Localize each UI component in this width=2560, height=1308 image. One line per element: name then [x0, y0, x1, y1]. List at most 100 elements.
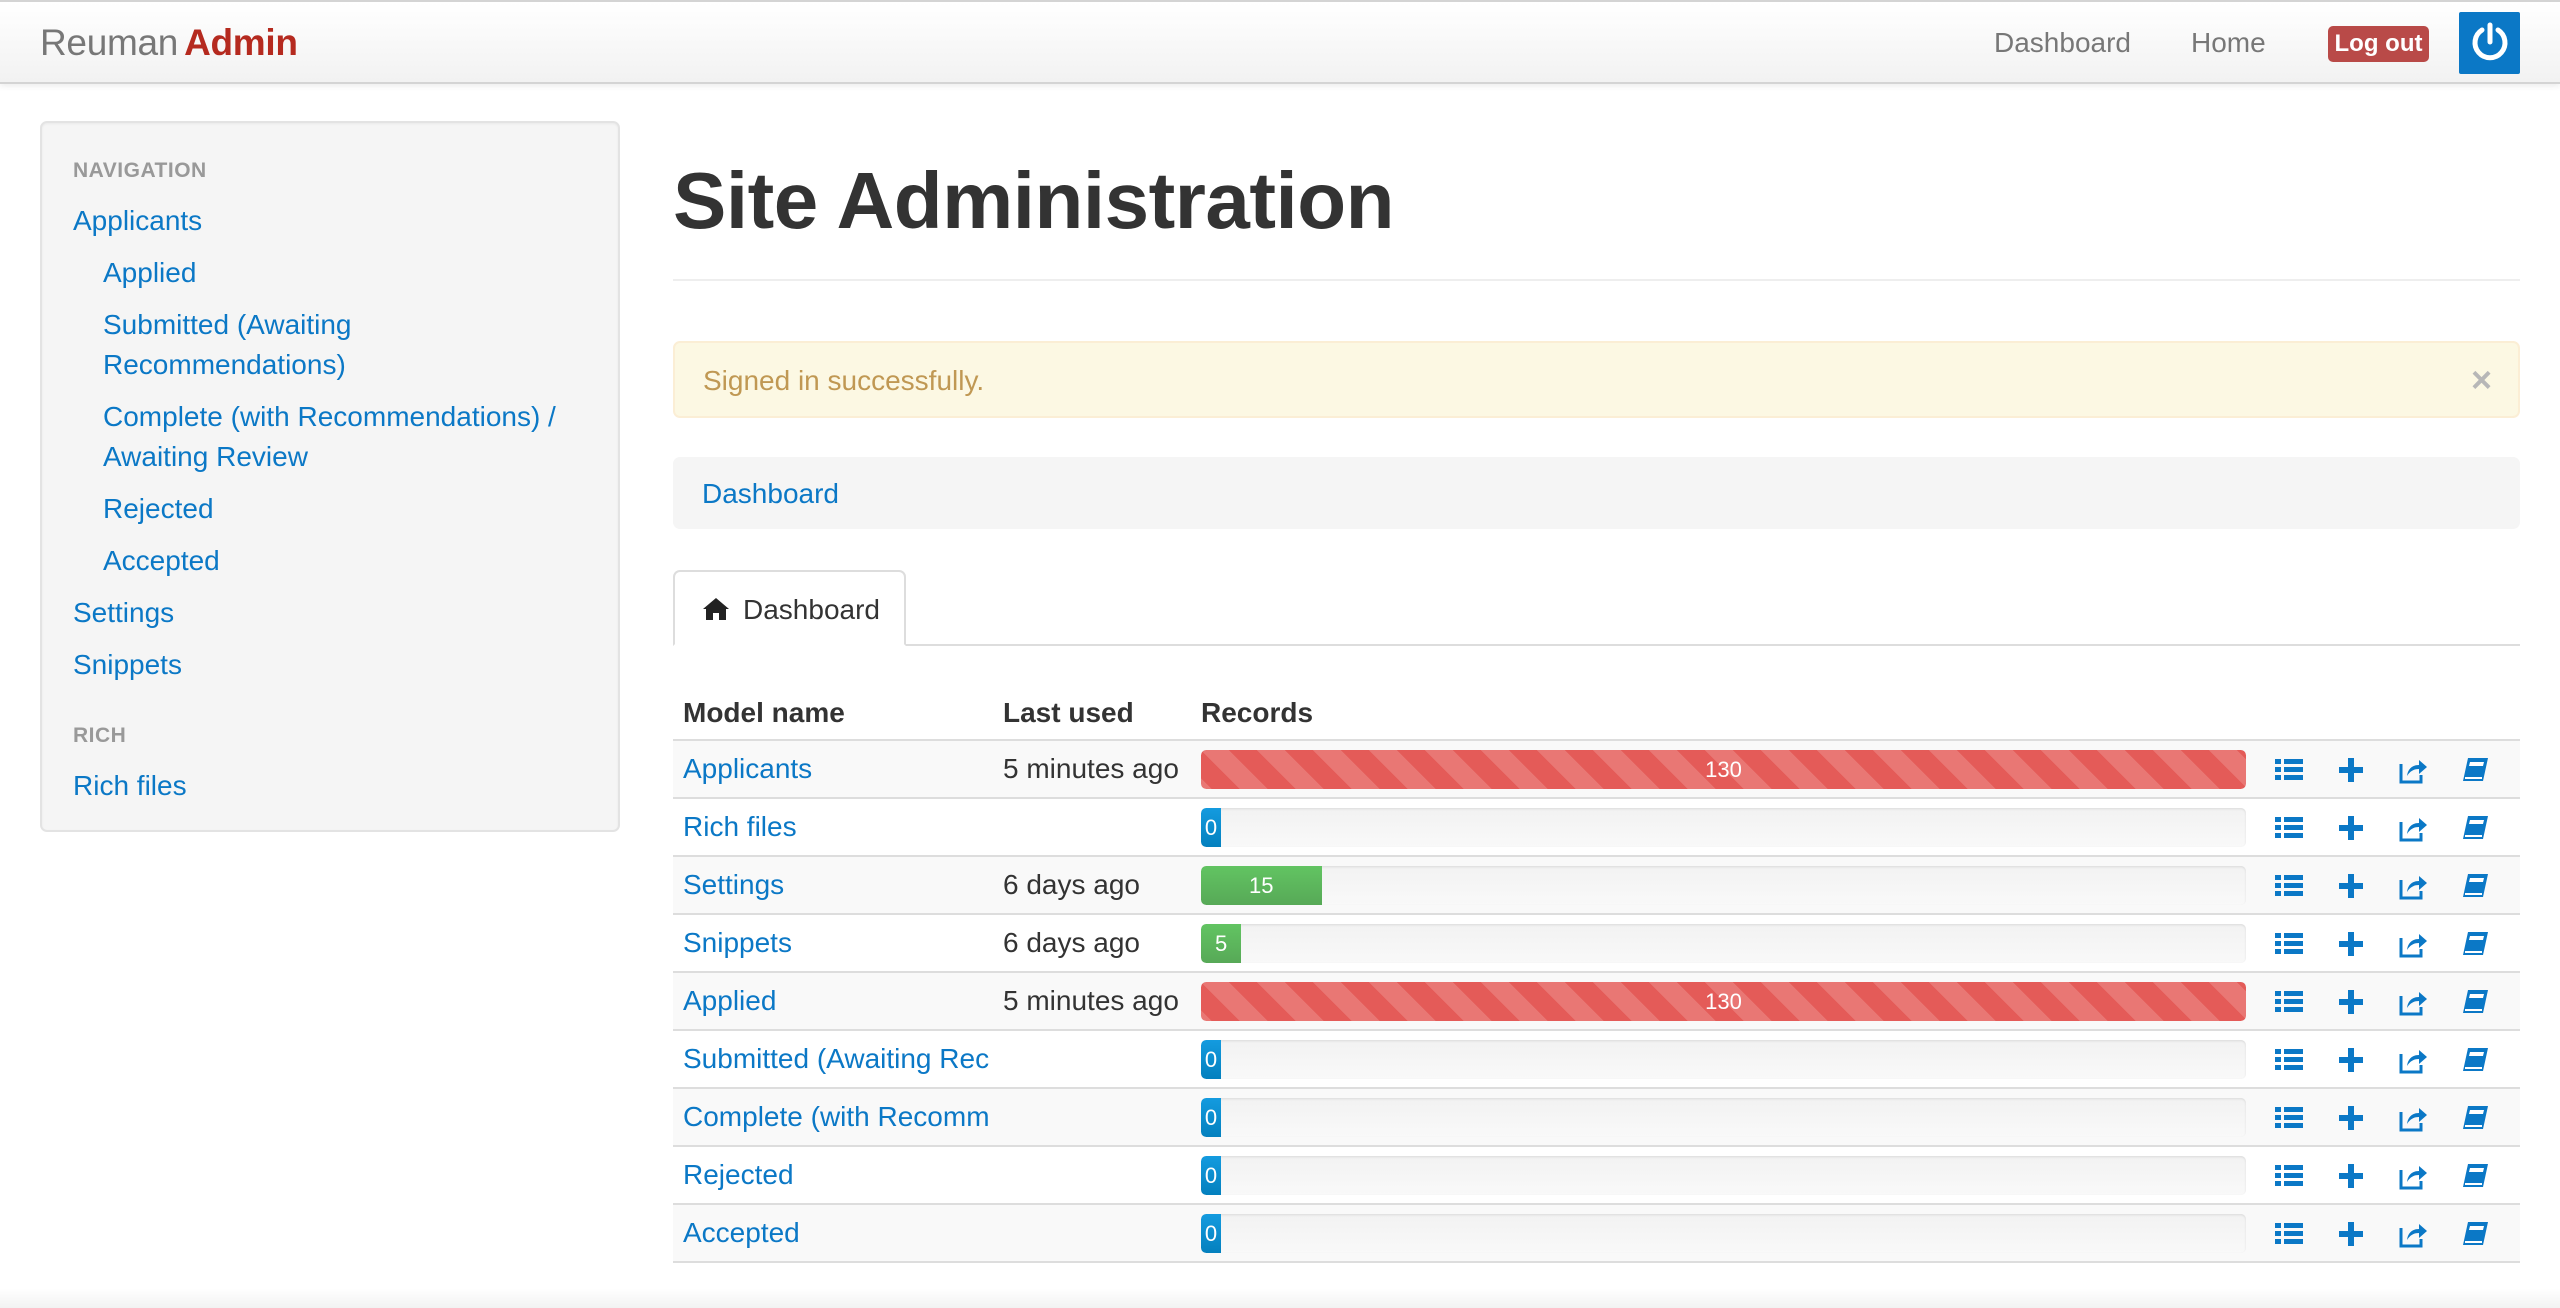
- records-bar: 5: [1201, 924, 1242, 963]
- tabs-divider: [673, 644, 2520, 646]
- sidebar-item-submitted[interactable]: Submitted (Awaiting Recommendations): [103, 305, 403, 385]
- history-icon[interactable]: [2459, 1044, 2491, 1076]
- add-icon[interactable]: [2335, 1218, 2367, 1250]
- sidebar-item-complete[interactable]: Complete (with Recommendations) / Awaiti…: [103, 397, 583, 477]
- table-row: Complete (with Recomm 0: [673, 1089, 2520, 1147]
- sidebar-header-rich: Rich: [73, 724, 127, 747]
- list-icon[interactable]: [2273, 870, 2305, 902]
- list-icon[interactable]: [2273, 986, 2305, 1018]
- row-actions: [2273, 1218, 2503, 1250]
- row-actions: [2273, 870, 2503, 902]
- sidebar: Navigation Applicants Applied Submitted …: [40, 121, 620, 832]
- sidebar-item-settings[interactable]: Settings: [73, 593, 174, 633]
- breadcrumb-dashboard[interactable]: Dashboard: [702, 478, 839, 510]
- table-row: Applied 5 minutes ago 130: [673, 973, 2520, 1031]
- sidebar-item-accepted[interactable]: Accepted: [103, 541, 603, 581]
- add-icon[interactable]: [2335, 1102, 2367, 1134]
- model-name-link[interactable]: Accepted: [683, 1217, 993, 1249]
- records-progress: 130: [1201, 982, 2246, 1021]
- records-bar: 130: [1201, 982, 2246, 1021]
- table-row: Snippets 6 days ago 5: [673, 915, 2520, 973]
- sidebar-item-snippets[interactable]: Snippets: [73, 645, 182, 685]
- export-icon[interactable]: [2397, 812, 2429, 844]
- export-icon[interactable]: [2397, 870, 2429, 902]
- add-icon[interactable]: [2335, 1160, 2367, 1192]
- list-icon[interactable]: [2273, 812, 2305, 844]
- alert-message: Signed in successfully.: [703, 365, 985, 396]
- tab-dashboard[interactable]: Dashboard: [673, 570, 906, 646]
- last-used-text: 5 minutes ago: [1003, 753, 1179, 784]
- add-icon[interactable]: [2335, 812, 2367, 844]
- model-name-link[interactable]: Rejected: [683, 1159, 993, 1191]
- model-name-link[interactable]: Rich files: [683, 811, 993, 843]
- brand-admin-label: Admin: [184, 22, 298, 63]
- list-icon[interactable]: [2273, 1044, 2305, 1076]
- list-icon[interactable]: [2273, 928, 2305, 960]
- add-icon[interactable]: [2335, 986, 2367, 1018]
- brand-name: Reuman: [40, 22, 179, 63]
- export-icon[interactable]: [2397, 1044, 2429, 1076]
- sidebar-item-applicants[interactable]: Applicants: [73, 201, 202, 241]
- table-header: Model name Last used Records: [673, 689, 2520, 741]
- model-name-link[interactable]: Settings: [683, 869, 993, 901]
- home-icon: [703, 598, 729, 620]
- export-icon[interactable]: [2397, 1218, 2429, 1250]
- add-icon[interactable]: [2335, 1044, 2367, 1076]
- export-icon[interactable]: [2397, 754, 2429, 786]
- table-row: Rejected 0: [673, 1147, 2520, 1205]
- list-icon[interactable]: [2273, 1218, 2305, 1250]
- records-progress: 0: [1201, 1040, 2246, 1079]
- history-icon[interactable]: [2459, 812, 2491, 844]
- row-actions: [2273, 1044, 2503, 1076]
- last-used-text: 6 days ago: [1003, 927, 1140, 958]
- table-row: Submitted (Awaiting Rec 0: [673, 1031, 2520, 1089]
- brand-logo[interactable]: Reuman Admin: [40, 22, 298, 64]
- add-icon[interactable]: [2335, 754, 2367, 786]
- records-progress: 0: [1201, 808, 2246, 847]
- model-name-link[interactable]: Applicants: [683, 753, 993, 785]
- history-icon[interactable]: [2459, 928, 2491, 960]
- table-row: Settings 6 days ago 15: [673, 857, 2520, 915]
- history-icon[interactable]: [2459, 754, 2491, 786]
- sidebar-header-navigation: Navigation: [73, 159, 207, 182]
- breadcrumb: Dashboard: [673, 457, 2520, 529]
- model-name-link[interactable]: Submitted (Awaiting Rec: [683, 1043, 993, 1075]
- export-icon[interactable]: [2397, 1102, 2429, 1134]
- row-actions: [2273, 986, 2503, 1018]
- tab-label: Dashboard: [743, 594, 880, 625]
- logout-button[interactable]: Log out: [2328, 26, 2429, 62]
- sidebar-item-rejected[interactable]: Rejected: [103, 489, 603, 529]
- sidebar-item-rich-files[interactable]: Rich files: [73, 766, 187, 806]
- records-progress: 0: [1201, 1214, 2246, 1253]
- list-icon[interactable]: [2273, 1102, 2305, 1134]
- list-icon[interactable]: [2273, 754, 2305, 786]
- add-icon[interactable]: [2335, 870, 2367, 902]
- history-icon[interactable]: [2459, 1160, 2491, 1192]
- sidebar-item-applied[interactable]: Applied: [103, 253, 603, 293]
- close-icon[interactable]: ×: [2471, 359, 2492, 401]
- records-bar: 0: [1201, 1098, 1221, 1137]
- list-icon[interactable]: [2273, 1160, 2305, 1192]
- power-icon: [2472, 22, 2508, 61]
- records-progress: 5: [1201, 924, 2246, 963]
- window-edge: [0, 1288, 2560, 1308]
- power-button[interactable]: [2459, 12, 2520, 74]
- history-icon[interactable]: [2459, 986, 2491, 1018]
- history-icon[interactable]: [2459, 1218, 2491, 1250]
- history-icon[interactable]: [2459, 1102, 2491, 1134]
- model-name-link[interactable]: Applied: [683, 985, 993, 1017]
- export-icon[interactable]: [2397, 1160, 2429, 1192]
- alert-success: Signed in successfully. ×: [673, 341, 2520, 418]
- export-icon[interactable]: [2397, 986, 2429, 1018]
- table-row: Accepted 0: [673, 1205, 2520, 1263]
- model-name-link[interactable]: Snippets: [683, 927, 993, 959]
- nav-link-dashboard[interactable]: Dashboard: [1994, 27, 2131, 59]
- records-bar: 130: [1201, 750, 2246, 789]
- model-name-link[interactable]: Complete (with Recomm: [683, 1101, 993, 1133]
- export-icon[interactable]: [2397, 928, 2429, 960]
- nav-link-home[interactable]: Home: [2191, 27, 2266, 59]
- models-table: Model name Last used Records Applicants 5…: [673, 689, 2520, 1263]
- history-icon[interactable]: [2459, 870, 2491, 902]
- add-icon[interactable]: [2335, 928, 2367, 960]
- records-bar: 0: [1201, 1214, 1221, 1253]
